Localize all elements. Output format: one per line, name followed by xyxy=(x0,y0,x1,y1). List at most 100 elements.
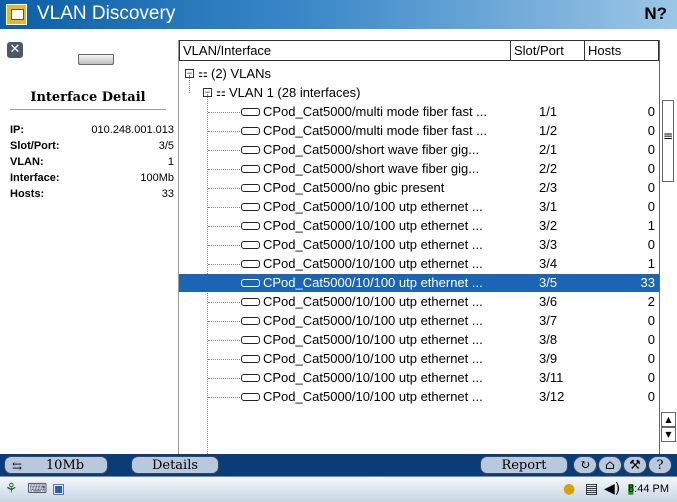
slot-port-cell: 3/6 xyxy=(539,294,558,309)
port-icon xyxy=(241,145,260,154)
detail-value: 1 xyxy=(167,156,174,168)
notification-icon[interactable]: ● xyxy=(563,481,575,497)
refresh-icon[interactable]: ↻ xyxy=(573,456,597,474)
interface-name-text: CPod_Cat5000/short wave fiber gig... xyxy=(263,142,480,157)
tree-connector xyxy=(208,226,240,227)
interface-name-text: CPod_Cat5000/10/100 utp ethernet ... xyxy=(263,313,483,328)
detail-row: Hosts: 33 xyxy=(10,188,174,200)
tree-connector xyxy=(208,264,240,265)
interface-row[interactable]: CPod_Cat5000/short wave fiber gig... 2/1 0 xyxy=(179,141,659,159)
slot-port-cell: 3/12 xyxy=(539,389,565,404)
interface-row[interactable]: CPod_Cat5000/10/100 utp ethernet ... 3/6 2 xyxy=(179,293,659,311)
close-icon[interactable]: ✕ xyxy=(7,42,23,58)
tree-connector xyxy=(208,112,240,113)
interface-name-text: CPod_Cat5000/10/100 utp ethernet ... xyxy=(263,218,483,233)
port-icon xyxy=(241,259,260,268)
interface-row[interactable]: CPod_Cat5000/short wave fiber gig... 2/2 0 xyxy=(179,160,659,178)
speed-button[interactable]: ⇆ 10Mb xyxy=(4,456,108,474)
hosts-cell: 1 xyxy=(647,218,655,233)
interface-row[interactable]: CPod_Cat5000/10/100 utp ethernet ... 3/1 0 xyxy=(179,198,659,216)
detail-row: VLAN: 1 xyxy=(10,156,174,168)
tools-icon[interactable]: ⚒ xyxy=(623,456,647,474)
interface-row[interactable]: CPod_Cat5000/multi mode fiber fast ... 1/… xyxy=(179,103,659,121)
port-icon xyxy=(241,297,260,306)
tree-connector xyxy=(208,321,240,322)
interface-row[interactable]: CPod_Cat5000/multi mode fiber fast ... 1/… xyxy=(179,122,659,140)
port-icon xyxy=(241,316,260,325)
interface-name: CPod_Cat5000/10/100 utp ethernet ... xyxy=(241,236,483,254)
hosts-cell: 0 xyxy=(647,351,655,366)
window-icon[interactable]: ▣ xyxy=(52,481,65,497)
port-icon xyxy=(241,164,260,173)
tree-connector xyxy=(208,131,240,132)
column-header-vlan-interface[interactable]: VLAN/Interface xyxy=(179,40,511,61)
interface-row[interactable]: CPod_Cat5000/10/100 utp ethernet ... 3/9 0 xyxy=(179,350,659,368)
report-button[interactable]: Report xyxy=(480,456,568,474)
hosts-cell: 0 xyxy=(647,199,655,214)
interface-name-text: CPod_Cat5000/10/100 utp ethernet ... xyxy=(263,370,483,385)
scroll-down-icon[interactable]: ▼ xyxy=(661,427,676,442)
interface-row[interactable]: CPod_Cat5000/10/100 utp ethernet ... 3/7 0 xyxy=(179,312,659,330)
column-header-slot-port[interactable]: Slot/Port xyxy=(511,40,585,61)
port-icon xyxy=(241,202,260,211)
interface-row[interactable]: CPod_Cat5000/10/100 utp ethernet ... 3/4 1 xyxy=(179,255,659,273)
interface-row[interactable]: CPod_Cat5000/10/100 utp ethernet ... 3/5 3… xyxy=(179,274,659,292)
detail-value: 010.248.001.013 xyxy=(91,124,174,136)
interface-name-text: CPod_Cat5000/10/100 utp ethernet ... xyxy=(263,389,483,404)
swap-arrows-icon: ⇆ xyxy=(12,459,23,473)
interface-name: CPod_Cat5000/10/100 utp ethernet ... xyxy=(241,198,483,216)
keyboard-icon[interactable]: ⌨ xyxy=(27,481,47,497)
scroll-thumb[interactable] xyxy=(662,100,674,182)
network-device-icon xyxy=(78,54,114,65)
interface-name-text: CPod_Cat5000/10/100 utp ethernet ... xyxy=(263,332,483,347)
help-cursor-icon[interactable]: N? xyxy=(644,4,667,24)
slot-port-cell: 3/3 xyxy=(539,237,558,252)
tree-connector xyxy=(208,169,240,170)
detail-value: 3/5 xyxy=(158,140,174,152)
tree-connector xyxy=(208,302,240,303)
speaker-icon[interactable]: ◀) xyxy=(604,481,620,497)
tree-connector xyxy=(189,75,190,93)
hosts-cell: 33 xyxy=(640,275,655,290)
interface-name-text: CPod_Cat5000/10/100 utp ethernet ... xyxy=(263,275,483,290)
vlan-icon: ⚏ xyxy=(216,87,226,99)
tree-node-label: (2) VLANs xyxy=(211,66,271,81)
app-icon[interactable] xyxy=(6,4,27,25)
vertical-scrollbar[interactable]: ▲ ▼ xyxy=(659,40,676,454)
hosts-cell: 0 xyxy=(647,332,655,347)
tree-node-root[interactable]: − ⚏ (2) VLANs xyxy=(179,65,659,83)
system-taskbar: ⚘ ⌨ ▣ ● ▤ ◀) ▮ 8:44 PM xyxy=(0,476,677,502)
interface-name: CPod_Cat5000/10/100 utp ethernet ... xyxy=(241,255,483,273)
start-menu-icon[interactable]: ⚘ xyxy=(5,481,18,497)
interface-row[interactable]: CPod_Cat5000/10/100 utp ethernet ... 3/2 1 xyxy=(179,217,659,235)
clipboard-icon[interactable]: ▤ xyxy=(585,481,598,497)
interface-row[interactable]: CPod_Cat5000/10/100 utp ethernet ... 3/3 0 xyxy=(179,236,659,254)
column-header-hosts[interactable]: Hosts xyxy=(585,40,659,61)
interface-name-text: CPod_Cat5000/10/100 utp ethernet ... xyxy=(263,256,483,271)
hosts-cell: 0 xyxy=(647,161,655,176)
scroll-up-icon[interactable]: ▲ xyxy=(661,412,676,427)
vlan-tree-table[interactable]: VLAN/Interface Slot/Port Hosts − ⚏ (2) V… xyxy=(179,40,659,454)
tree-connector xyxy=(208,359,240,360)
interface-name: CPod_Cat5000/short wave fiber gig... xyxy=(241,141,479,159)
detail-label: IP: xyxy=(10,124,25,136)
detail-row: Interface: 100Mb xyxy=(10,172,174,184)
interface-name: CPod_Cat5000/10/100 utp ethernet ... xyxy=(241,217,483,235)
home-icon[interactable]: ⌂ xyxy=(598,456,622,474)
interface-row[interactable]: CPod_Cat5000/no gbic present 2/3 0 xyxy=(179,179,659,197)
help-icon[interactable]: ? xyxy=(648,456,672,474)
tree-node-label: VLAN 1 (28 interfaces) xyxy=(229,85,361,100)
tree-node-vlan[interactable]: − ⚏ VLAN 1 (28 interfaces) xyxy=(179,84,659,102)
interface-row[interactable]: CPod_Cat5000/10/100 utp ethernet ... 3/12… xyxy=(179,388,659,406)
interface-name-text: CPod_Cat5000/10/100 utp ethernet ... xyxy=(263,199,483,214)
slot-port-cell: 3/2 xyxy=(539,218,558,233)
interface-name: CPod_Cat5000/10/100 utp ethernet ... xyxy=(241,350,483,368)
tree-connector xyxy=(208,150,240,151)
tree-connector xyxy=(208,207,240,208)
clock: 8:44 PM xyxy=(628,483,669,495)
details-button[interactable]: Details xyxy=(131,456,219,474)
interface-row[interactable]: CPod_Cat5000/10/100 utp ethernet ... 3/11… xyxy=(179,369,659,387)
interface-row[interactable]: CPod_Cat5000/10/100 utp ethernet ... 3/8 0 xyxy=(179,331,659,349)
interface-name-text: CPod_Cat5000/10/100 utp ethernet ... xyxy=(263,351,483,366)
title-bar: VLAN Discovery N? xyxy=(0,0,677,29)
